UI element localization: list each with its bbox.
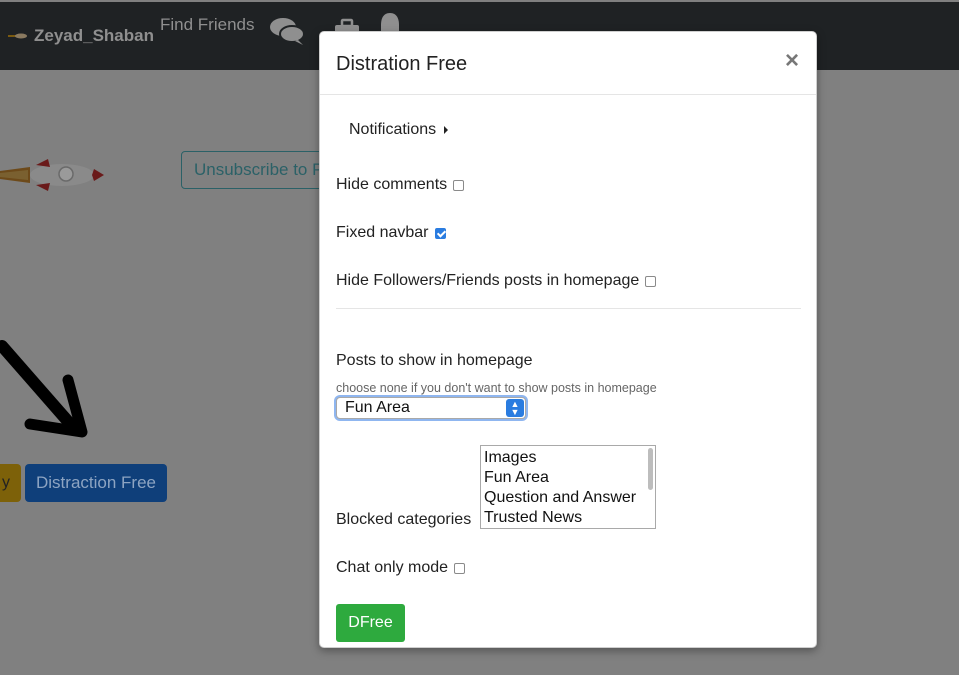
notifications-label: Notifications	[349, 121, 437, 138]
hide-followers-label: Hide Followers/Friends posts in homepage	[336, 272, 640, 289]
listbox-scrollbar[interactable]	[648, 448, 653, 490]
posts-select[interactable]: Fun Area ▲ ▼	[336, 397, 526, 419]
list-item[interactable]: Question and Answer	[484, 488, 655, 508]
unsubscribe-button[interactable]: Unsubscribe to P	[181, 151, 341, 189]
blocked-categories-listbox[interactable]: Images Fun Area Question and Answer Trus…	[480, 445, 656, 529]
chat-only-row: Chat only mode	[336, 559, 466, 577]
nav-find-friends[interactable]: Find Friends	[160, 15, 254, 35]
rocket-illustration	[0, 159, 104, 191]
hide-followers-checkbox[interactable]	[645, 275, 657, 287]
nav-user[interactable]: Zeyad_Shaban	[8, 26, 154, 46]
posts-label: Posts to show in homepage	[336, 352, 533, 369]
fixed-navbar-label: Fixed navbar	[336, 224, 429, 241]
posts-hint: choose none if you don't want to show po…	[336, 381, 657, 395]
rocket-logo-icon	[8, 33, 27, 39]
caret-right-icon	[444, 126, 449, 134]
list-item[interactable]: Trusted News	[484, 508, 655, 528]
distraction-free-modal: Distration Free × Notifications Hide com…	[319, 31, 817, 648]
chat-icon[interactable]	[268, 16, 306, 46]
hide-comments-row: Hide comments	[336, 176, 465, 194]
hide-followers-row: Hide Followers/Friends posts in homepage	[336, 272, 657, 290]
hide-comments-label: Hide comments	[336, 176, 448, 193]
nav-username: Zeyad_Shaban	[34, 26, 154, 45]
close-icon[interactable]: ×	[782, 49, 802, 73]
yellow-button[interactable]: y	[0, 464, 21, 502]
notifications-toggle[interactable]: Notifications	[349, 121, 449, 139]
chat-only-checkbox[interactable]	[454, 562, 466, 574]
hand-drawn-arrow	[0, 340, 88, 438]
hide-comments-checkbox[interactable]	[453, 179, 465, 191]
fixed-navbar-row: Fixed navbar	[336, 224, 446, 242]
modal-title: Distration Free	[336, 53, 468, 75]
chat-only-label: Chat only mode	[336, 559, 449, 576]
divider	[336, 308, 801, 309]
dfree-submit-button[interactable]: DFree	[336, 604, 405, 642]
blocked-categories-label: Blocked categories	[336, 511, 472, 528]
select-arrows-icon: ▲ ▼	[506, 399, 524, 417]
list-item[interactable]: Fun Area	[484, 468, 655, 488]
modal-header: Distration Free ×	[320, 32, 816, 95]
distraction-free-button[interactable]: Distraction Free	[25, 464, 167, 502]
list-item[interactable]: Images	[484, 448, 655, 468]
fixed-navbar-checkbox[interactable]	[434, 227, 446, 239]
posts-select-value: Fun Area	[345, 399, 410, 416]
